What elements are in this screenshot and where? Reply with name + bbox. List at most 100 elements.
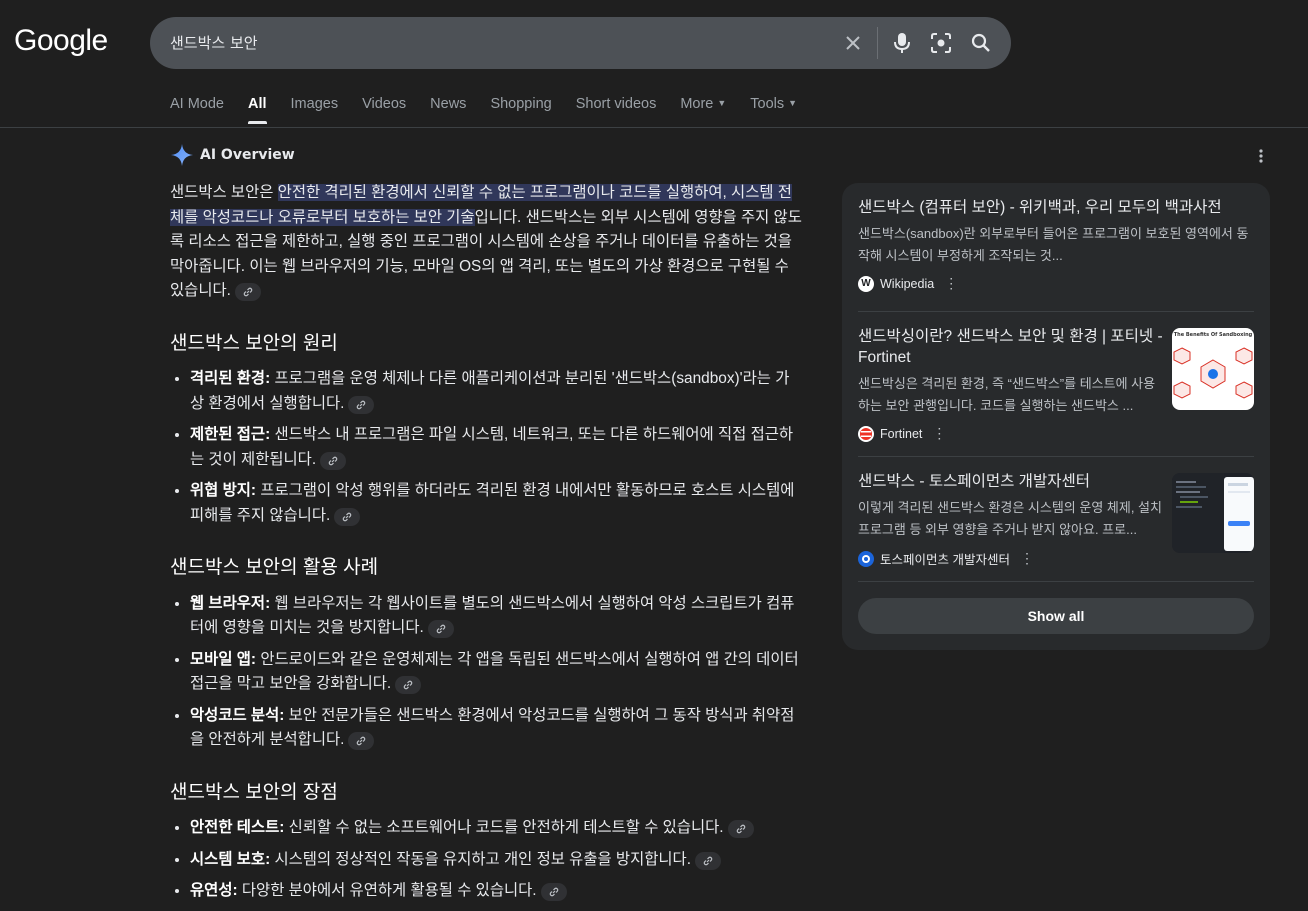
caret-down-icon: ▼ [717, 98, 727, 108]
source-snippet: 샌드박싱은 격리된 환경, 즉 “샌드박스”를 테스트에 사용하는 보안 관행입… [858, 376, 1156, 413]
list-item: 모바일 앱: 안드로이드와 같은 운영체제는 각 앱을 독립된 샌드박스에서 실… [190, 648, 803, 697]
source-card-tosspayments[interactable]: 샌드박스 - 토스페이먼츠 개발자센터 이렇게 격리된 샌드박스 환경은 시스템… [858, 471, 1254, 568]
list-item: 격리된 환경: 프로그램을 운영 체제나 다른 애플리케이션과 분리된 '샌드박… [190, 367, 803, 416]
gemini-sparkle-icon [171, 144, 193, 166]
caret-down-icon: ▼ [788, 98, 798, 108]
list-item: 제한된 접근: 샌드박스 내 프로그램은 파일 시스템, 네트워크, 또는 다른… [190, 423, 803, 472]
list-item-term: 웹 브라우저: [190, 594, 271, 612]
show-all-button[interactable]: Show all [858, 598, 1254, 634]
wikipedia-favicon-icon: W [858, 275, 874, 292]
source-divider [858, 456, 1254, 457]
citation-link-icon[interactable] [695, 851, 721, 870]
list-item-term: 위협 방지: [190, 482, 257, 499]
tabs-divider [0, 127, 1308, 128]
source-snippet: 이렇게 격리된 샌드박스 환경은 시스템의 운영 체제, 설치 프로그램 등 외… [858, 500, 1162, 537]
source-attribution: W Wikipedia ⋮ [858, 275, 1254, 292]
ai-overview-intro: 샌드박스 보안은 안전한 격리된 환경에서 신뢰할 수 없는 프로그램이나 코드… [170, 181, 803, 304]
citation-link-icon[interactable] [320, 451, 347, 470]
tab-tools-label: Tools [750, 96, 785, 112]
sandboxing-diagram-icon [1173, 347, 1253, 399]
source-card-fortinet[interactable]: 샌드박싱이란? 샌드박스 보안 및 환경 | 포티넷 - Fortinet 샌드… [858, 326, 1254, 442]
citation-link-icon[interactable] [348, 732, 375, 750]
search-divider [877, 27, 878, 59]
section-list: 안전한 테스트: 신뢰할 수 없는 소프트웨어나 코드를 안전하게 테스트할 수… [170, 816, 803, 904]
list-item: 위협 방지: 프로그램이 악성 행위를 하더라도 격리된 환경 내에서만 활동하… [190, 479, 803, 528]
search-icon[interactable] [968, 30, 994, 56]
list-item: 웹 브라우저: 웹 브라우저는 각 웹사이트를 별도의 샌드박스에서 실행하여 … [190, 592, 803, 641]
list-item-text: 프로그램이 악성 행위를 하더라도 격리된 환경 내에서만 활동하므로 호스트 … [190, 482, 795, 524]
tab-ai-mode[interactable]: AI Mode [170, 96, 224, 124]
source-menu-icon[interactable]: ⋮ [944, 275, 958, 292]
list-item: 안전한 테스트: 신뢰할 수 없는 소프트웨어나 코드를 안전하게 테스트할 수… [190, 816, 803, 841]
list-item-term: 시스템 보호: [190, 850, 271, 868]
source-attribution: Fortinet ⋮ [858, 425, 1254, 442]
source-title[interactable]: 샌드박스 (컴퓨터 보안) - 위키백과, 우리 모두의 백과사전 [858, 197, 1254, 218]
tab-images[interactable]: Images [291, 96, 339, 124]
tab-more-label: More [680, 96, 714, 112]
list-item-text: 웹 브라우저는 각 웹사이트를 별도의 샌드박스에서 실행하여 악성 스크립트가… [190, 594, 795, 637]
tab-tools[interactable]: Tools ▼ [750, 96, 797, 124]
microphone-icon[interactable] [889, 30, 915, 56]
citation-link-icon[interactable] [727, 820, 754, 838]
list-item-term: 악성코드 분석: [190, 706, 285, 724]
ai-overview-title: AI Overview [200, 147, 295, 163]
list-item: 악성코드 분석: 보안 전문가들은 샌드박스 환경에서 악성코드를 실행하여 그… [190, 704, 803, 753]
citation-link-icon[interactable] [234, 283, 261, 301]
list-item-term: 안전한 테스트: [190, 819, 285, 836]
section-heading: 샌드박스 보안의 원리 [170, 332, 338, 354]
source-menu-icon[interactable]: ⋮ [1020, 550, 1034, 567]
fortinet-favicon-icon [858, 425, 874, 442]
tab-news[interactable]: News [430, 96, 466, 124]
list-item-text: 샌드박스 내 프로그램은 파일 시스템, 네트워크, 또는 다른 하드웨어에 직… [190, 426, 794, 468]
code-editor-screenshot-icon [1172, 473, 1254, 553]
source-divider [858, 311, 1254, 312]
source-name: Wikipedia [880, 276, 935, 291]
list-item-term: 제한된 접근: [190, 426, 271, 443]
list-item-term: 유연성: [190, 882, 238, 899]
lens-icon[interactable] [928, 30, 954, 56]
source-divider [858, 581, 1254, 582]
source-snippet: 샌드박스(sandbox)란 외부로부터 들어온 프로그램이 보호된 영역에서 … [858, 226, 1249, 263]
source-menu-icon[interactable]: ⋮ [932, 425, 946, 442]
citation-link-icon[interactable] [395, 676, 422, 694]
sources-panel: 샌드박스 (컴퓨터 보안) - 위키백과, 우리 모두의 백과사전 샌드박스(s… [842, 183, 1270, 650]
source-title[interactable]: 샌드박스 - 토스페이먼츠 개발자센터 [858, 471, 1164, 492]
tab-more[interactable]: More ▼ [680, 96, 726, 124]
list-item-text: 신뢰할 수 없는 소프트웨어나 코드를 안전하게 테스트할 수 있습니다. [284, 819, 724, 836]
section-list: 격리된 환경: 프로그램을 운영 체제나 다른 애플리케이션과 분리된 '샌드박… [170, 367, 803, 528]
tab-all[interactable]: All [248, 96, 267, 124]
citation-link-icon[interactable] [334, 507, 361, 526]
citation-link-icon[interactable] [348, 395, 375, 414]
search-tabs: AI Mode All Images Videos News Shopping … [170, 96, 821, 124]
source-name: 토스페이먼츠 개발자센터 [880, 553, 1010, 567]
list-item: 시스템 보호: 시스템의 정상적인 작동을 유지하고 개인 정보 유출을 방지합… [190, 848, 803, 873]
search-input[interactable]: 샌드박스 보안 [170, 32, 258, 53]
source-card-wikipedia[interactable]: 샌드박스 (컴퓨터 보안) - 위키백과, 우리 모두의 백과사전 샌드박스(s… [858, 197, 1254, 292]
section-heading: 샌드박스 보안의 활용 사례 [170, 557, 379, 578]
ai-overview-content: 샌드박스 보안은 안전한 격리된 환경에서 신뢰할 수 없는 프로그램이나 코드… [170, 181, 803, 911]
tab-shopping[interactable]: Shopping [490, 96, 551, 124]
source-thumbnail[interactable]: The Benefits Of Sandboxing [1172, 328, 1254, 410]
source-thumbnail[interactable] [1172, 473, 1254, 553]
source-title[interactable]: 샌드박싱이란? 샌드박스 보안 및 환경 | 포티넷 - Fortinet [858, 326, 1164, 368]
tab-videos[interactable]: Videos [362, 96, 406, 124]
ai-overview-header: AI Overview [170, 143, 295, 167]
citation-link-icon[interactable] [427, 620, 454, 638]
list-item-text: 안드로이드와 같은 운영체제는 각 앱을 독립된 샌드박스에서 실행하여 앱 간… [190, 650, 799, 693]
list-item-text: 다양한 분야에서 유연하게 활용될 수 있습니다. [237, 882, 537, 899]
tab-short-videos[interactable]: Short videos [576, 96, 657, 124]
section-list: 웹 브라우저: 웹 브라우저는 각 웹사이트를 별도의 샌드박스에서 실행하여 … [170, 592, 803, 753]
tosspayments-favicon-icon [858, 550, 874, 567]
ai-overview-menu-icon[interactable] [1254, 148, 1268, 168]
list-item-term: 모바일 앱: [190, 650, 257, 668]
search-bar[interactable]: 샌드박스 보안 [150, 17, 1011, 69]
list-item-text: 프로그램을 운영 체제나 다른 애플리케이션과 분리된 '샌드박스(sandbo… [190, 370, 790, 412]
section-heading: 샌드박스 보안의 장점 [170, 781, 338, 803]
list-item-text: 시스템의 정상적인 작동을 유지하고 개인 정보 유출을 방지합니다. [270, 850, 691, 868]
google-logo[interactable]: Google [14, 24, 108, 58]
source-name: Fortinet [880, 426, 923, 441]
intro-prefix: 샌드박스 보안은 [170, 184, 278, 201]
clear-icon[interactable] [840, 30, 866, 56]
list-item-term: 격리된 환경: [190, 370, 271, 387]
citation-link-icon[interactable] [540, 883, 567, 901]
